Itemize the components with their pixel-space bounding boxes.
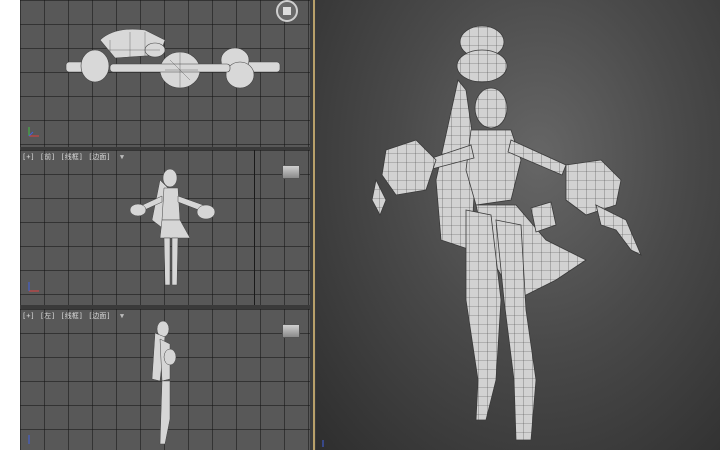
active-viewport-border [313, 0, 315, 450]
navigation-ring-icon[interactable] [276, 0, 298, 22]
axis-tripod-icon [28, 435, 30, 444]
character-mesh-left [151, 320, 177, 445]
viewport-layout: [+] [前] [线框] [边面] ▼ [+] [左] [线框] [边面] ▼ [20, 0, 720, 450]
axis-tripod-icon [322, 440, 324, 447]
character-mesh-perspective [371, 25, 642, 441]
axis-tripod-icon [28, 127, 39, 137]
viewport-top[interactable] [20, 0, 310, 147]
viewport-left[interactable]: [+] [左] [线框] [边面] ▼ [20, 309, 310, 450]
viewport-front[interactable]: [+] [前] [线框] [边面] ▼ [20, 150, 310, 305]
character-mesh-top [65, 28, 281, 89]
character-mesh-front [129, 168, 216, 286]
axis-tripod-icon [28, 282, 39, 292]
viewport-perspective[interactable] [316, 0, 720, 450]
